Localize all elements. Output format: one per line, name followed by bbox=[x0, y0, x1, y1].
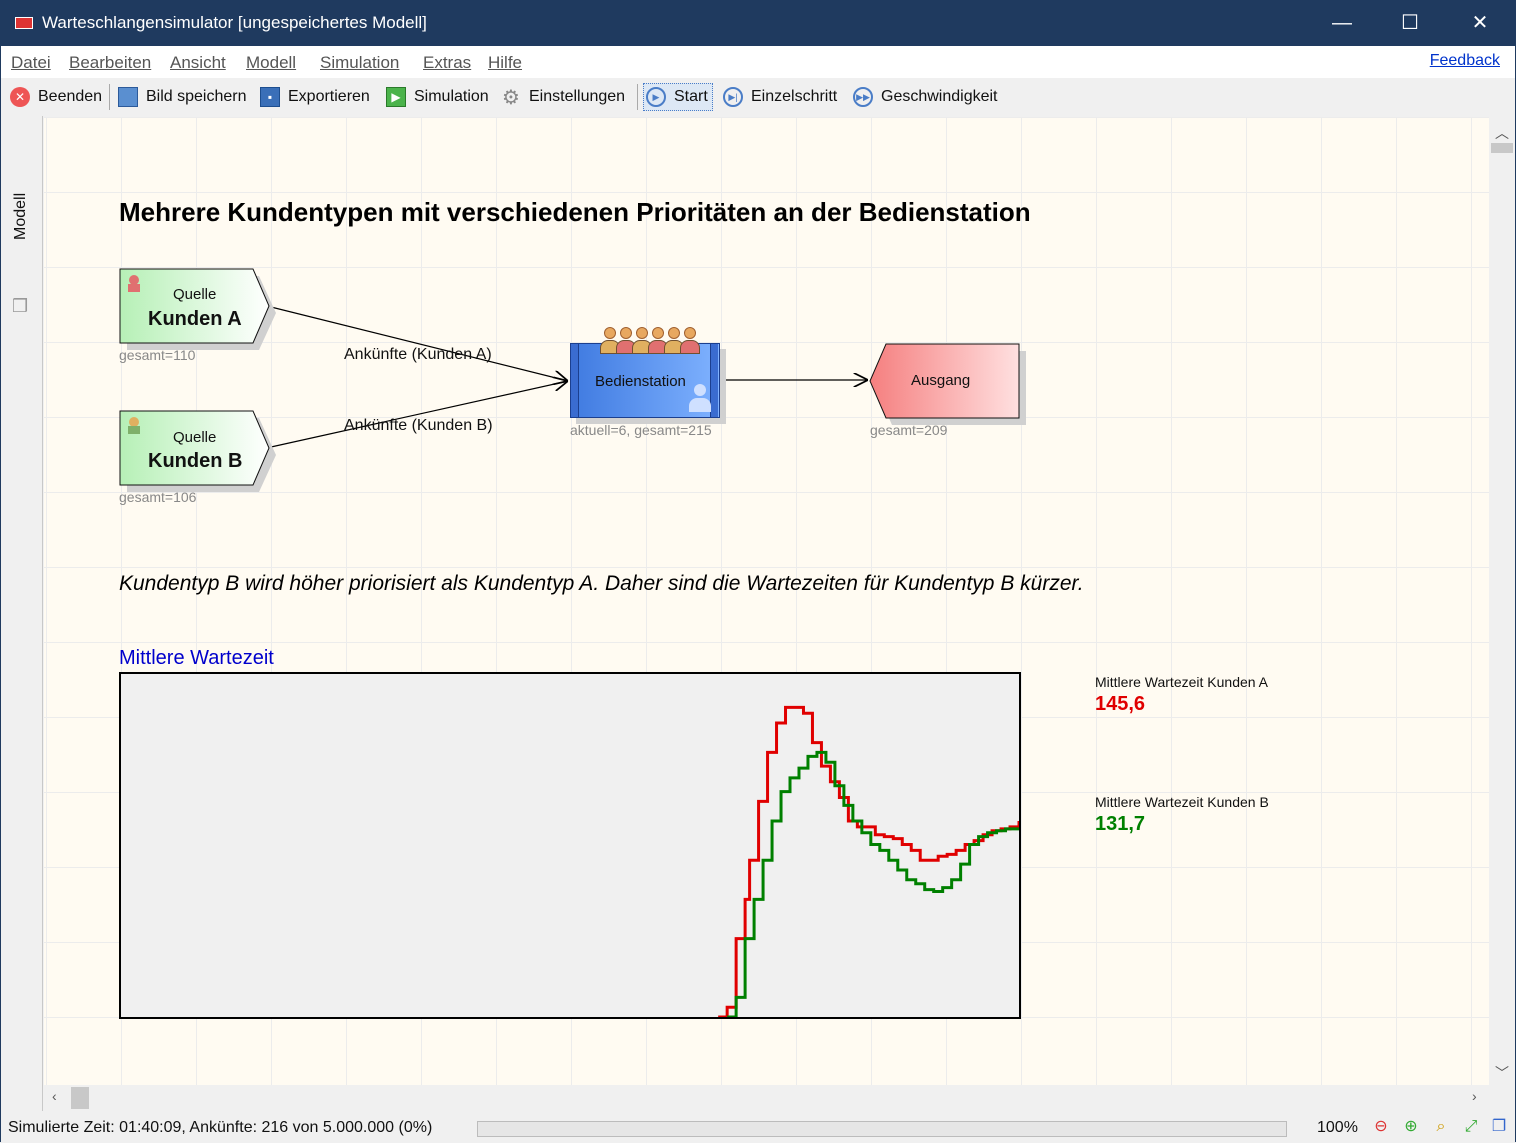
side-tab-panel: Modell ❒ bbox=[1, 116, 43, 1111]
title-bar: Warteschlangensimulator [ungespeichertes… bbox=[1, 1, 1515, 46]
station-name: Bedienstation bbox=[595, 373, 686, 390]
edge-label-a: Ankünfte (Kunden A) bbox=[344, 346, 492, 363]
toolbar-separator bbox=[109, 84, 110, 110]
wait-time-chart[interactable] bbox=[119, 672, 1021, 1019]
menu-hilfe[interactable]: Hilfe bbox=[488, 53, 522, 73]
close-circle-icon: ✕ bbox=[10, 87, 30, 107]
save-image-button[interactable]: Bild speichern bbox=[118, 83, 247, 111]
exit-name: Ausgang bbox=[911, 372, 971, 389]
source-b-name: Kunden B bbox=[148, 450, 243, 472]
picture-icon bbox=[118, 87, 138, 107]
start-button[interactable]: ▶ Start bbox=[643, 83, 713, 111]
settings-label: Einstellungen bbox=[529, 88, 626, 105]
stat-a-label: Mittlere Wartezeit Kunden A bbox=[1095, 674, 1269, 690]
source-a-counter: gesamt=110 bbox=[119, 347, 196, 363]
minimize-button[interactable]: — bbox=[1313, 1, 1371, 46]
chart-plot-area bbox=[718, 705, 1019, 1017]
edge-line-a bbox=[270, 306, 568, 381]
model-canvas[interactable]: Mehrere Kundentypen mit verschiedenen Pr… bbox=[44, 117, 1489, 1085]
edge-line-b bbox=[270, 381, 568, 448]
horizontal-scroll-thumb[interactable] bbox=[71, 1087, 89, 1109]
step-circle-icon: ▶| bbox=[723, 87, 743, 107]
simulation-button[interactable]: ▶ Simulation bbox=[386, 83, 489, 111]
export-label: Exportieren bbox=[288, 88, 370, 105]
chart-title: Mittlere Wartezeit bbox=[119, 647, 274, 669]
export-button[interactable]: ▪ Exportieren bbox=[260, 83, 370, 111]
windows-icon[interactable]: ❐ bbox=[1488, 1116, 1510, 1138]
toolbar: ✕ Beenden Bild speichern ▪ Exportieren ▶… bbox=[1, 78, 1515, 116]
start-label: Start bbox=[674, 88, 708, 105]
vertical-scrollbar[interactable]: ︿ ﹀ bbox=[1489, 117, 1515, 1085]
play-icon: ▶ bbox=[386, 87, 406, 107]
play-circle-icon: ▶ bbox=[646, 87, 666, 107]
source-a-label: Quelle bbox=[173, 286, 217, 303]
app-window: Warteschlangensimulator [ungespeichertes… bbox=[0, 0, 1516, 1143]
source-b-label: Quelle bbox=[173, 429, 217, 446]
zoom-out-icon[interactable]: ⊖ bbox=[1370, 1116, 1392, 1138]
station-right-bar bbox=[710, 344, 718, 417]
source-a-name: Kunden A bbox=[148, 308, 242, 330]
close-button[interactable]: ✕ bbox=[1451, 1, 1509, 46]
menu-simulation[interactable]: Simulation bbox=[320, 53, 399, 73]
single-step-label: Einzelschritt bbox=[751, 88, 838, 105]
scroll-left-icon[interactable]: ‹ bbox=[52, 1088, 57, 1104]
menu-ansicht[interactable]: Ansicht bbox=[170, 53, 226, 73]
feedback-link[interactable]: Feedback bbox=[1430, 52, 1500, 70]
maximize-button[interactable]: ☐ bbox=[1381, 1, 1439, 46]
speed-button[interactable]: ▶▶ Geschwindigkeit bbox=[853, 83, 998, 111]
model-icon: ❒ bbox=[12, 296, 29, 316]
fast-forward-circle-icon: ▶▶ bbox=[853, 87, 873, 107]
simulation-label: Simulation bbox=[414, 88, 489, 105]
zoom-in-icon[interactable]: ⊕ bbox=[1400, 1116, 1422, 1138]
window-title: Warteschlangensimulator [ungespeichertes… bbox=[42, 13, 427, 32]
scroll-down-icon[interactable]: ﹀ bbox=[1489, 1063, 1515, 1083]
station-left-bar bbox=[571, 344, 579, 417]
edge-label-b: Ankünfte (Kunden B) bbox=[344, 417, 493, 434]
stat-a-value: 145,6 bbox=[1095, 693, 1146, 715]
speed-label: Geschwindigkeit bbox=[881, 88, 998, 105]
menu-bearbeiten[interactable]: Bearbeiten bbox=[69, 53, 151, 73]
exit-counter: gesamt=209 bbox=[870, 422, 948, 438]
vertical-scroll-thumb[interactable] bbox=[1491, 143, 1513, 153]
operator-icon bbox=[689, 384, 711, 414]
simulation-progress bbox=[477, 1121, 1287, 1137]
model-description: Kundentyp B wird höher priorisiert als K… bbox=[119, 572, 1084, 595]
save-image-label: Bild speichern bbox=[146, 88, 247, 105]
menu-bar: Datei Bearbeiten Ansicht Modell Simulati… bbox=[1, 46, 1515, 78]
status-bar: Simulierte Zeit: 01:40:09, Ankünfte: 216… bbox=[1, 1111, 1515, 1143]
fit-to-window-icon[interactable]: ⤢ bbox=[1460, 1116, 1482, 1138]
horizontal-scrollbar[interactable]: ‹ › bbox=[44, 1085, 1489, 1111]
queue-person-icon bbox=[680, 327, 700, 357]
floppy-disk-icon: ▪ bbox=[260, 87, 280, 107]
toolbar-separator bbox=[637, 84, 638, 110]
menu-extras[interactable]: Extras bbox=[423, 53, 471, 73]
zoom-default-icon[interactable]: ⌕ bbox=[1430, 1116, 1452, 1138]
stat-b-label: Mittlere Wartezeit Kunden B bbox=[1095, 794, 1269, 810]
app-icon bbox=[15, 17, 33, 29]
menu-datei[interactable]: Datei bbox=[11, 53, 51, 73]
menu-modell[interactable]: Modell bbox=[246, 53, 296, 73]
stat-b-value: 131,7 bbox=[1095, 813, 1146, 835]
settings-button[interactable]: ⚙ Einstellungen bbox=[501, 83, 625, 111]
source-b-counter: gesamt=106 bbox=[119, 489, 197, 505]
series-line-kunden-b bbox=[727, 750, 1019, 1017]
single-step-button[interactable]: ▶| Einzelschritt bbox=[723, 83, 837, 111]
person-icon bbox=[129, 275, 139, 285]
quit-label: Beenden bbox=[38, 88, 103, 105]
quit-button[interactable]: ✕ Beenden bbox=[10, 83, 102, 111]
status-text: Simulierte Zeit: 01:40:09, Ankünfte: 216… bbox=[8, 1119, 433, 1136]
zoom-level: 100% bbox=[1317, 1119, 1358, 1136]
scroll-up-icon[interactable]: ︿ bbox=[1489, 123, 1515, 143]
person-icon bbox=[129, 417, 139, 427]
side-tab-model[interactable]: Modell bbox=[12, 193, 30, 240]
scroll-right-icon[interactable]: › bbox=[1472, 1088, 1477, 1104]
gear-icon: ⚙ bbox=[502, 86, 520, 109]
station-counter: aktuell=6, gesamt=215 bbox=[570, 422, 712, 438]
